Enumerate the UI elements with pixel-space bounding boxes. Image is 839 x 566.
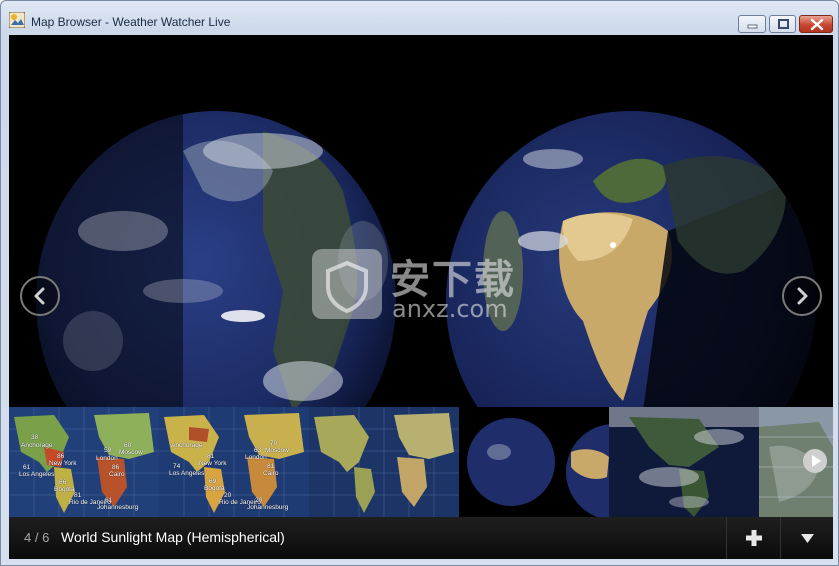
title-bar[interactable]: Map Browser - Weather Watcher Live [1,1,838,35]
map-viewer: 安下载 anxz.com [9,35,833,411]
chevron-left-icon [34,287,45,305]
thumbnail-radar-map[interactable] [759,407,833,517]
city-label: New York [199,460,227,467]
temp-label: 66 [59,479,67,486]
thumbnail-temperature-map-2[interactable]: Anchorage Moscow London New York Cairo L… [159,407,309,517]
maximize-button[interactable] [769,15,796,33]
temp-label: 20 [255,497,263,504]
current-map-title: World Sunlight Map (Hemispherical) [61,529,285,545]
thumbnail-terrain-map[interactable] [309,407,459,517]
app-logo-icon [9,12,25,28]
next-map-button[interactable] [782,276,822,316]
previous-map-button[interactable] [20,276,60,316]
city-label: Bogota [204,485,225,492]
city-label: London [245,454,267,461]
temp-label: 86 [57,453,65,460]
temp-label: 61 [23,464,31,471]
temp-label: 81 [207,453,215,460]
temp-label: 38 [31,434,39,441]
thumbnail-strip: Anchorage Moscow London New York Cairo L… [9,407,833,517]
city-label: New York [49,460,77,467]
minimize-icon [739,16,765,32]
city-label: Anchorage [171,442,203,449]
city-label: Bogota [54,486,75,493]
plus-icon [746,530,762,546]
play-icon[interactable] [803,449,827,473]
thumbnail-temperature-map-1[interactable]: Anchorage Moscow London New York Cairo L… [9,407,159,517]
city-label: Moscow [119,449,143,456]
city-label: Moscow [265,447,289,454]
city-label: Los Angeles [19,471,55,478]
city-label: Johannesburg [97,504,139,511]
temp-label: 60 [124,442,132,449]
watermark-subtitle: anxz.com [392,295,508,323]
city-label: Anchorage [21,442,53,449]
add-map-button[interactable] [726,517,780,559]
city-label: Johannesburg [247,504,289,511]
temp-label: 74 [173,463,181,470]
temp-label: 86 [112,464,120,471]
client-area: 安下载 anxz.com Anchorage Moscow London New… [9,35,833,559]
maximize-icon [770,16,795,32]
city-label: Cairo [109,471,125,478]
minimize-button[interactable] [738,15,766,33]
watermark: 安下载 anxz.com [312,239,532,329]
close-icon [800,16,832,32]
temp-label: 70 [270,440,278,447]
thumbnail-americas-satellite[interactable] [609,407,759,517]
map-browser-window: Map Browser - Weather Watcher Live 安下载 a… [0,0,839,566]
triangle-down-icon [801,534,814,543]
watermark-logo-icon [312,249,382,319]
chevron-right-icon [797,287,808,305]
map-counter: 4 / 6 [24,530,50,545]
close-button[interactable] [799,15,833,33]
temp-label: 20 [224,492,232,499]
temp-label: 81 [267,463,275,470]
bottom-bar: 4 / 6 World Sunlight Map (Hemispherical) [9,517,833,559]
city-label: Cairo [263,470,279,477]
temp-label: 61 [105,497,113,504]
temp-label: 63 [254,447,262,454]
temp-label: 69 [209,478,217,485]
window-title: Map Browser - Weather Watcher Live [31,15,231,29]
map-menu-button[interactable] [780,517,833,559]
city-label: Los Angeles [169,470,205,477]
temp-label: 81 [74,492,82,499]
city-label: London [96,455,118,462]
temp-label: 59 [104,447,112,454]
thumbnail-sunlight-map[interactable] [459,407,609,517]
